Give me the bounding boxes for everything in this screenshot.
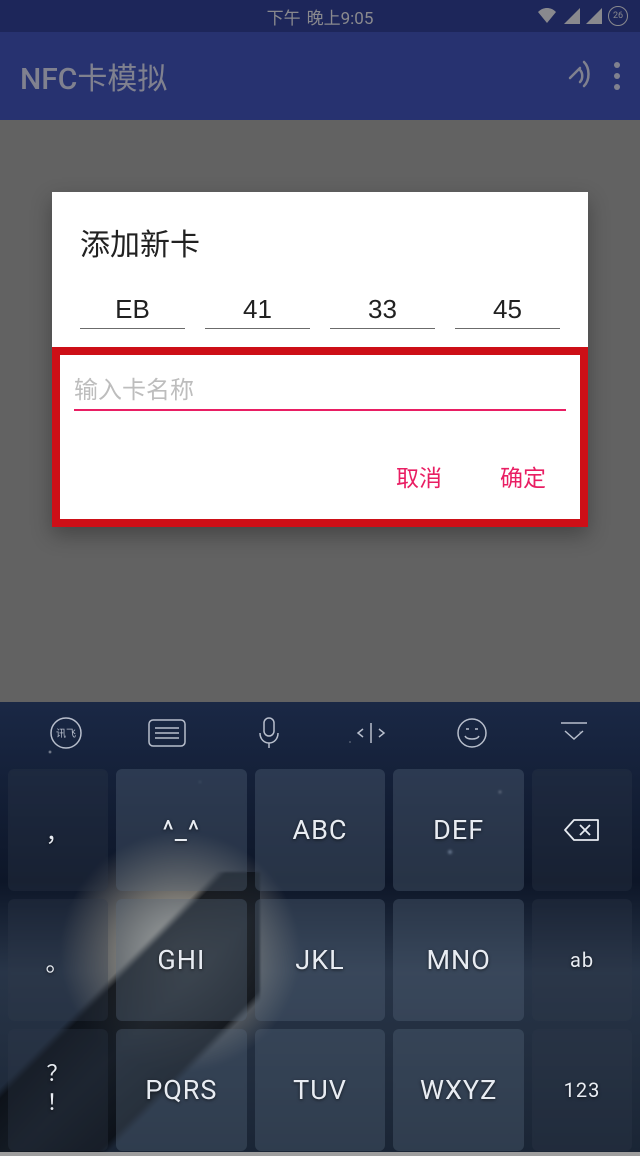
collapse-keyboard-icon[interactable] [554,713,594,753]
dialog-title: 添加新卡 [52,192,588,274]
key-tuv[interactable]: TUV [255,1029,386,1151]
keyboard-brand-icon[interactable]: 讯飞 [46,713,86,753]
key-comma[interactable]: ， [8,769,108,891]
key-backspace[interactable] [532,769,632,891]
key-punctuation[interactable]: ？！ [8,1029,108,1151]
hex-byte-2[interactable] [205,294,310,329]
hex-byte-3[interactable] [330,294,435,329]
keyboard-toolbar: 讯飞 [0,702,640,764]
key-def[interactable]: DEF [393,769,524,891]
keyboard-layout-icon[interactable] [147,713,187,753]
mic-icon[interactable] [249,713,289,753]
key-mno[interactable]: MNO [393,899,524,1021]
highlight-annotation: 取消 确定 [52,347,588,527]
hex-input-row [52,274,588,341]
key-pqrs[interactable]: PQRS [116,1029,247,1151]
key-period[interactable]: 。 [8,899,108,1021]
key-abc[interactable]: ABC [255,769,386,891]
key-jkl[interactable]: JKL [255,899,386,1021]
hex-byte-1[interactable] [80,294,185,329]
card-name-input[interactable] [74,373,566,411]
key-ghi[interactable]: GHI [116,899,247,1021]
key-numeric-mode[interactable]: 123 [532,1029,632,1151]
confirm-button[interactable]: 确定 [496,451,550,501]
svg-text:讯飞: 讯飞 [56,728,76,740]
hex-byte-4[interactable] [455,294,560,329]
key-alpha-mode[interactable]: ab [532,899,632,1021]
cancel-button[interactable]: 取消 [392,451,446,501]
emoji-icon[interactable] [452,713,492,753]
key-wxyz[interactable]: WXYZ [393,1029,524,1151]
soft-keyboard: 讯飞 ， ^_^ ABC DEF 。 GHI JKL MNO ab [0,702,640,1152]
add-card-dialog: 添加新卡 取消 确定 [52,192,588,527]
cursor-icon[interactable] [351,713,391,753]
key-1[interactable]: ^_^ [116,769,247,891]
